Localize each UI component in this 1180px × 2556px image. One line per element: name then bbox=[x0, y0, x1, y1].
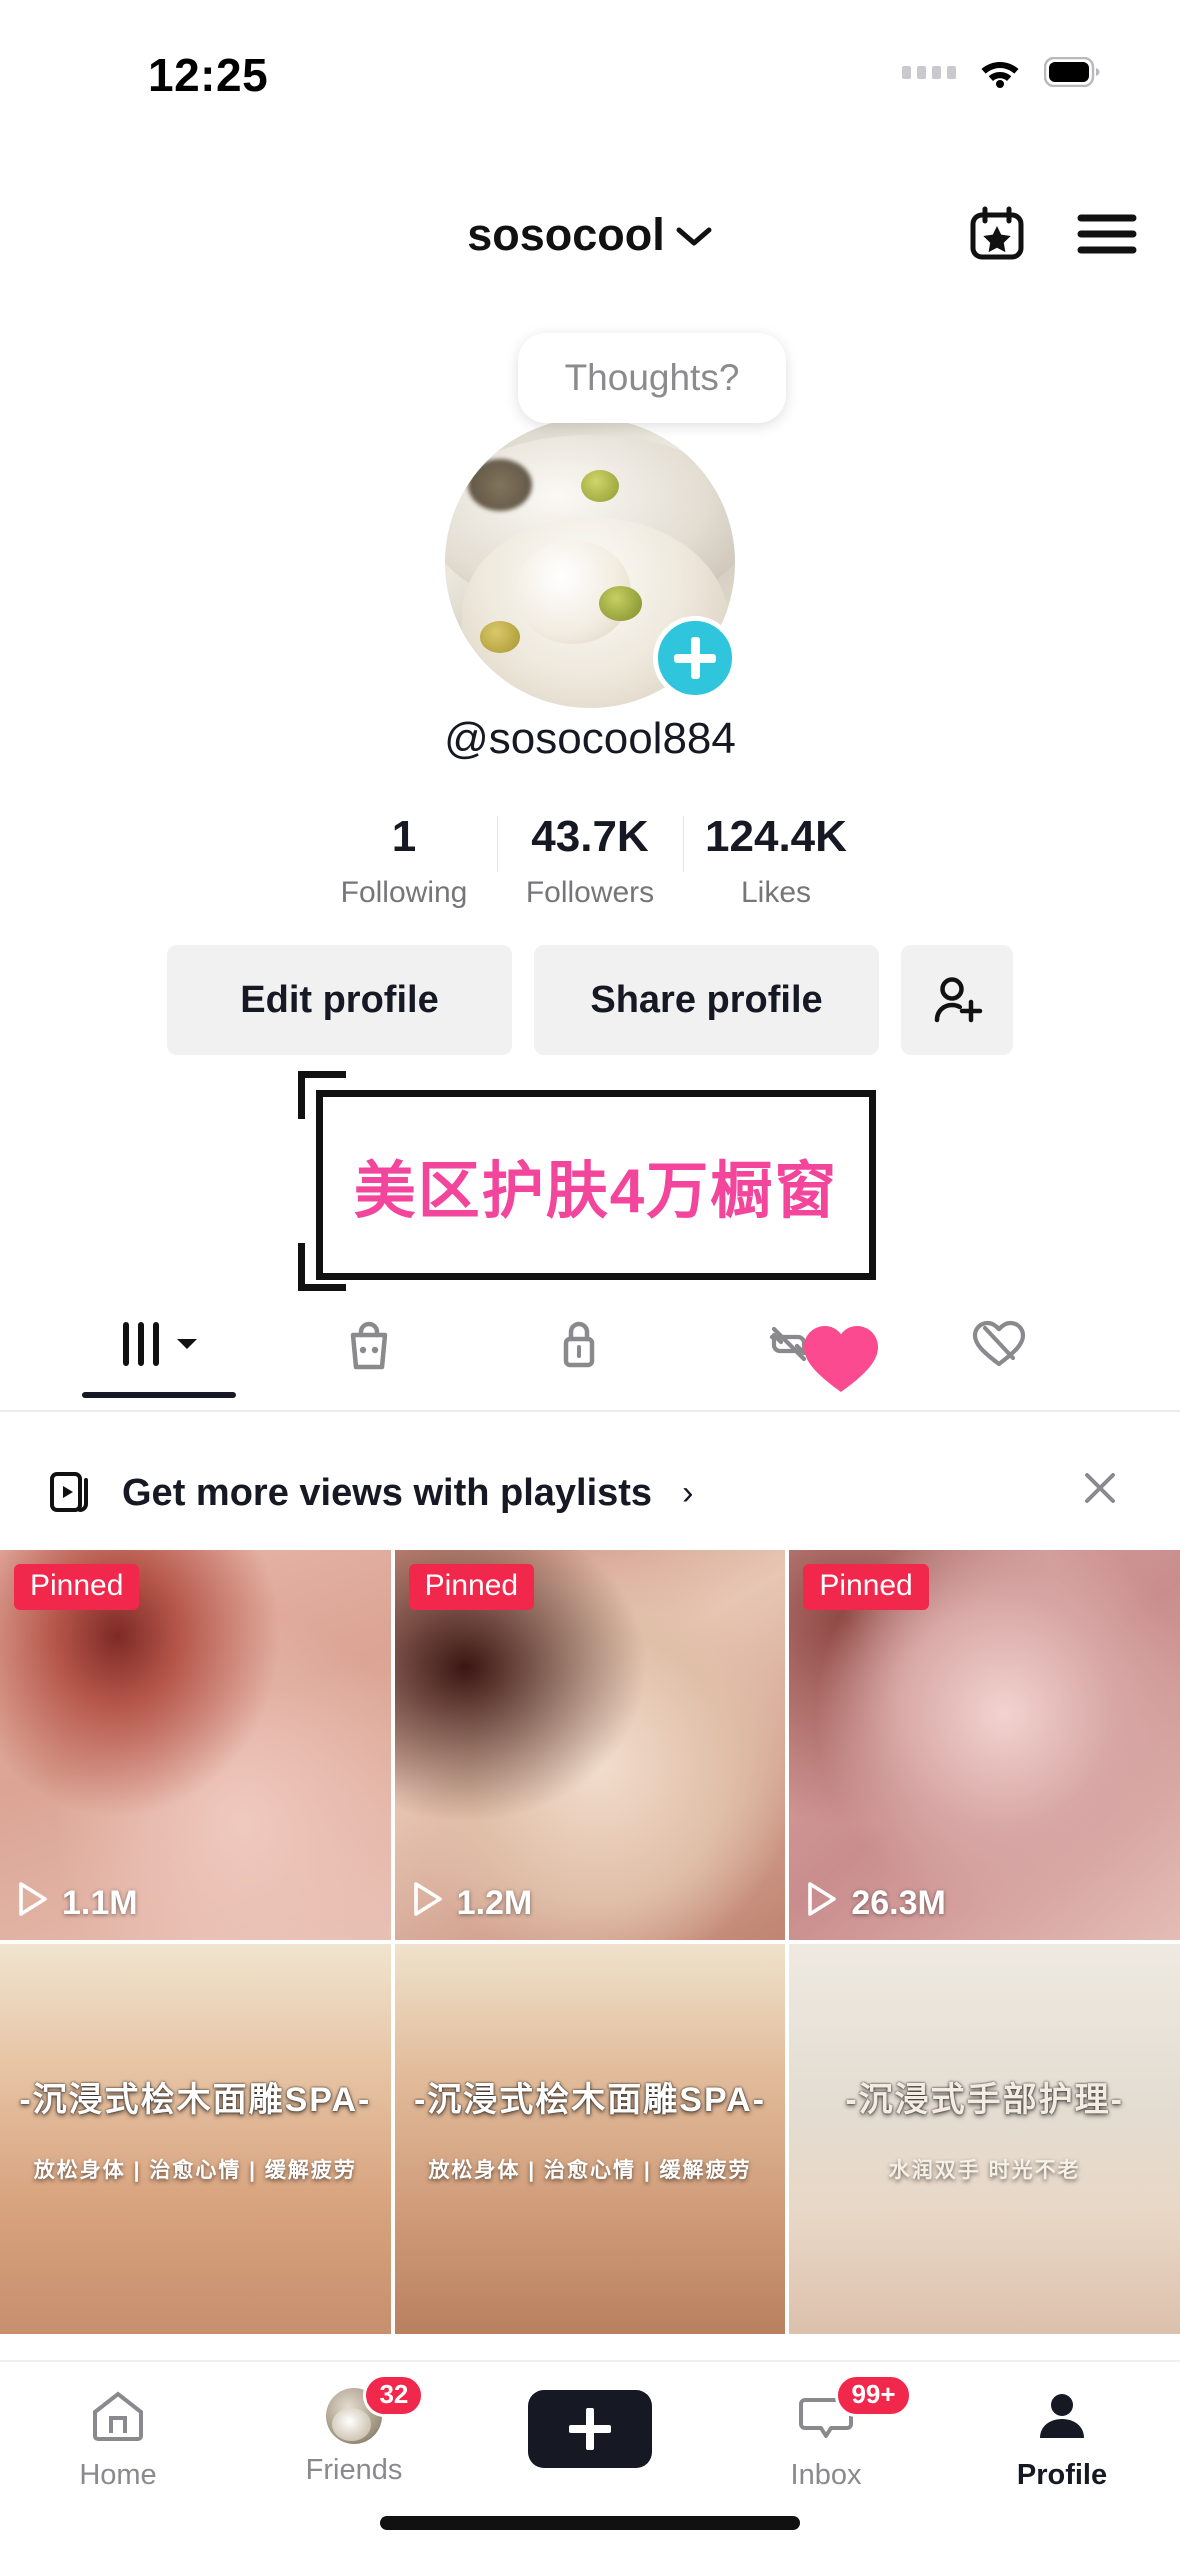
video-cell[interactable]: Pinned 1.2M bbox=[394, 1550, 786, 1940]
thought-bubble[interactable]: Thoughts? bbox=[518, 333, 786, 423]
stat-value: 1 bbox=[391, 812, 417, 861]
person-icon bbox=[1033, 2388, 1091, 2449]
video-overlay-title: -沉浸式桧木面雕SPA- bbox=[19, 2081, 372, 2119]
pinned-badge: Pinned bbox=[803, 1564, 929, 1610]
nav-item-profile[interactable]: Profile bbox=[944, 2362, 1180, 2492]
nav-item-inbox[interactable]: 99+ Inbox bbox=[708, 2362, 944, 2492]
create-plus-icon[interactable] bbox=[517, 2390, 663, 2468]
chevron-right-icon: › bbox=[682, 1473, 694, 1512]
pinned-badge: Pinned bbox=[408, 1564, 535, 1610]
add-person-icon[interactable] bbox=[901, 945, 1013, 1055]
tab-shop[interactable] bbox=[292, 1296, 446, 1396]
stat-label: Followers bbox=[525, 875, 655, 909]
nav-label: Friends bbox=[305, 2454, 403, 2486]
profile-header: sosocool bbox=[0, 195, 1180, 295]
profile-stats: 1 Following 43.7K Followers 124.4K Likes bbox=[0, 810, 1180, 910]
video-thumbnail bbox=[394, 1944, 786, 2334]
heart-hidden-icon bbox=[971, 1318, 1027, 1375]
stat-value: 43.7K bbox=[531, 812, 649, 861]
stat-label: Following bbox=[340, 875, 468, 909]
home-icon bbox=[89, 2388, 147, 2449]
status-indicators bbox=[902, 56, 1100, 88]
bio-sticker[interactable]: 美区护肤4万橱窗 bbox=[0, 1065, 1180, 1392]
thought-bubble-text: Thoughts? bbox=[564, 357, 740, 398]
profile-tabs bbox=[0, 1290, 1180, 1408]
heart-icon bbox=[800, 1320, 882, 1396]
play-icon bbox=[411, 1881, 443, 1926]
tabs-divider bbox=[0, 1410, 1180, 1412]
hamburger-menu-icon[interactable] bbox=[1076, 210, 1138, 258]
active-tab-underline bbox=[82, 1392, 236, 1398]
video-cell[interactable]: Pinned 1.1M bbox=[0, 1550, 391, 1940]
stat-label: Likes bbox=[740, 875, 812, 909]
pinned-badge: Pinned bbox=[14, 1564, 140, 1610]
profile-handle: @sosocool884 bbox=[444, 714, 736, 763]
caret-down-icon bbox=[175, 1336, 199, 1357]
bio-frame: 美区护肤4万橱窗 bbox=[316, 1090, 876, 1280]
nav-item-friends[interactable]: 32 Friends bbox=[236, 2362, 472, 2487]
stat-following[interactable]: 1 Following bbox=[311, 810, 497, 910]
friends-badge: 32 bbox=[363, 2374, 425, 2418]
close-icon[interactable] bbox=[1080, 1468, 1120, 1518]
header-title: sosocool bbox=[467, 209, 665, 260]
avatar[interactable] bbox=[445, 418, 737, 708]
video-cell[interactable]: -沉浸式桧木面雕SPA- 放松身体 | 治愈心情 | 缓解疲劳 bbox=[0, 1944, 391, 2334]
view-count: 1.1M bbox=[16, 1881, 138, 1926]
nav-item-home[interactable]: Home bbox=[0, 2362, 236, 2492]
nav-label: Inbox bbox=[790, 2459, 862, 2491]
share-profile-button[interactable]: Share profile bbox=[534, 945, 879, 1055]
inbox-badge: 99+ bbox=[835, 2374, 912, 2418]
stat-likes[interactable]: 124.4K Likes bbox=[683, 810, 869, 910]
status-bar: 12:25 bbox=[0, 0, 1180, 110]
nav-label: Profile bbox=[1016, 2459, 1108, 2491]
video-overlay-subtitle: 放松身体 | 治愈心情 | 缓解疲劳 bbox=[428, 2159, 752, 2182]
view-count: 26.3M bbox=[805, 1881, 946, 1926]
status-time: 12:25 bbox=[148, 49, 269, 101]
video-overlay-subtitle: 水润双手 时光不老 bbox=[888, 2159, 1081, 2182]
tab-liked[interactable] bbox=[922, 1296, 1076, 1396]
tiktok-profile-screen: 12:25 sosocool Thoughts? @sosocool884 1 … bbox=[0, 0, 1180, 2556]
grid-icon bbox=[119, 1321, 163, 1372]
playlists-banner-text: Get more views with playlists bbox=[122, 1471, 653, 1514]
playlists-banner[interactable]: Get more views with playlists › bbox=[0, 1438, 1180, 1548]
view-count-value: 26.3M bbox=[851, 1884, 946, 1922]
edit-profile-button[interactable]: Edit profile bbox=[167, 945, 512, 1055]
calendar-star-icon[interactable] bbox=[966, 203, 1028, 265]
tab-private[interactable] bbox=[502, 1296, 656, 1396]
home-indicator bbox=[380, 2516, 800, 2530]
wifi-icon bbox=[978, 56, 1022, 88]
video-thumbnail bbox=[789, 1944, 1180, 2334]
signal-dots-icon bbox=[902, 65, 956, 79]
stat-value: 124.4K bbox=[705, 812, 847, 861]
play-icon bbox=[16, 1881, 48, 1926]
battery-icon bbox=[1044, 57, 1100, 87]
view-count-value: 1.2M bbox=[456, 1884, 533, 1922]
video-cell[interactable]: -沉浸式桧木面雕SPA- 放松身体 | 治愈心情 | 缓解疲劳 bbox=[394, 1944, 786, 2334]
video-grid: Pinned 1.1M Pinned 1.2M Pinned 26.3M -沉浸… bbox=[0, 1550, 1180, 2360]
video-thumbnail bbox=[0, 1944, 391, 2334]
video-overlay-subtitle: 放松身体 | 治愈心情 | 缓解疲劳 bbox=[33, 2159, 357, 2182]
video-overlay-title: -沉浸式桧木面雕SPA- bbox=[413, 2081, 766, 2119]
play-icon bbox=[805, 1881, 837, 1926]
nav-item-create[interactable] bbox=[472, 2362, 708, 2468]
profile-actions: Edit profile Share profile bbox=[0, 945, 1180, 1055]
tab-videos[interactable] bbox=[82, 1296, 236, 1396]
playlist-icon bbox=[48, 1466, 96, 1521]
shopping-bag-icon bbox=[344, 1317, 394, 1376]
video-overlay-title: -沉浸式手部护理- bbox=[845, 2081, 1124, 2119]
view-count-value: 1.1M bbox=[62, 1884, 138, 1922]
plus-icon[interactable] bbox=[653, 616, 737, 700]
chevron-down-icon bbox=[675, 209, 713, 261]
lock-icon bbox=[555, 1317, 603, 1376]
video-cell[interactable]: -沉浸式手部护理- 水润双手 时光不老 bbox=[789, 1944, 1180, 2334]
nav-label: Home bbox=[79, 2459, 157, 2491]
stat-followers[interactable]: 43.7K Followers bbox=[497, 810, 683, 910]
view-count: 1.2M bbox=[411, 1881, 533, 1926]
video-cell[interactable]: Pinned 26.3M bbox=[789, 1550, 1180, 1940]
header-icons bbox=[966, 203, 1138, 265]
bio-text: 美区护肤4万橱窗 bbox=[353, 1157, 839, 1226]
